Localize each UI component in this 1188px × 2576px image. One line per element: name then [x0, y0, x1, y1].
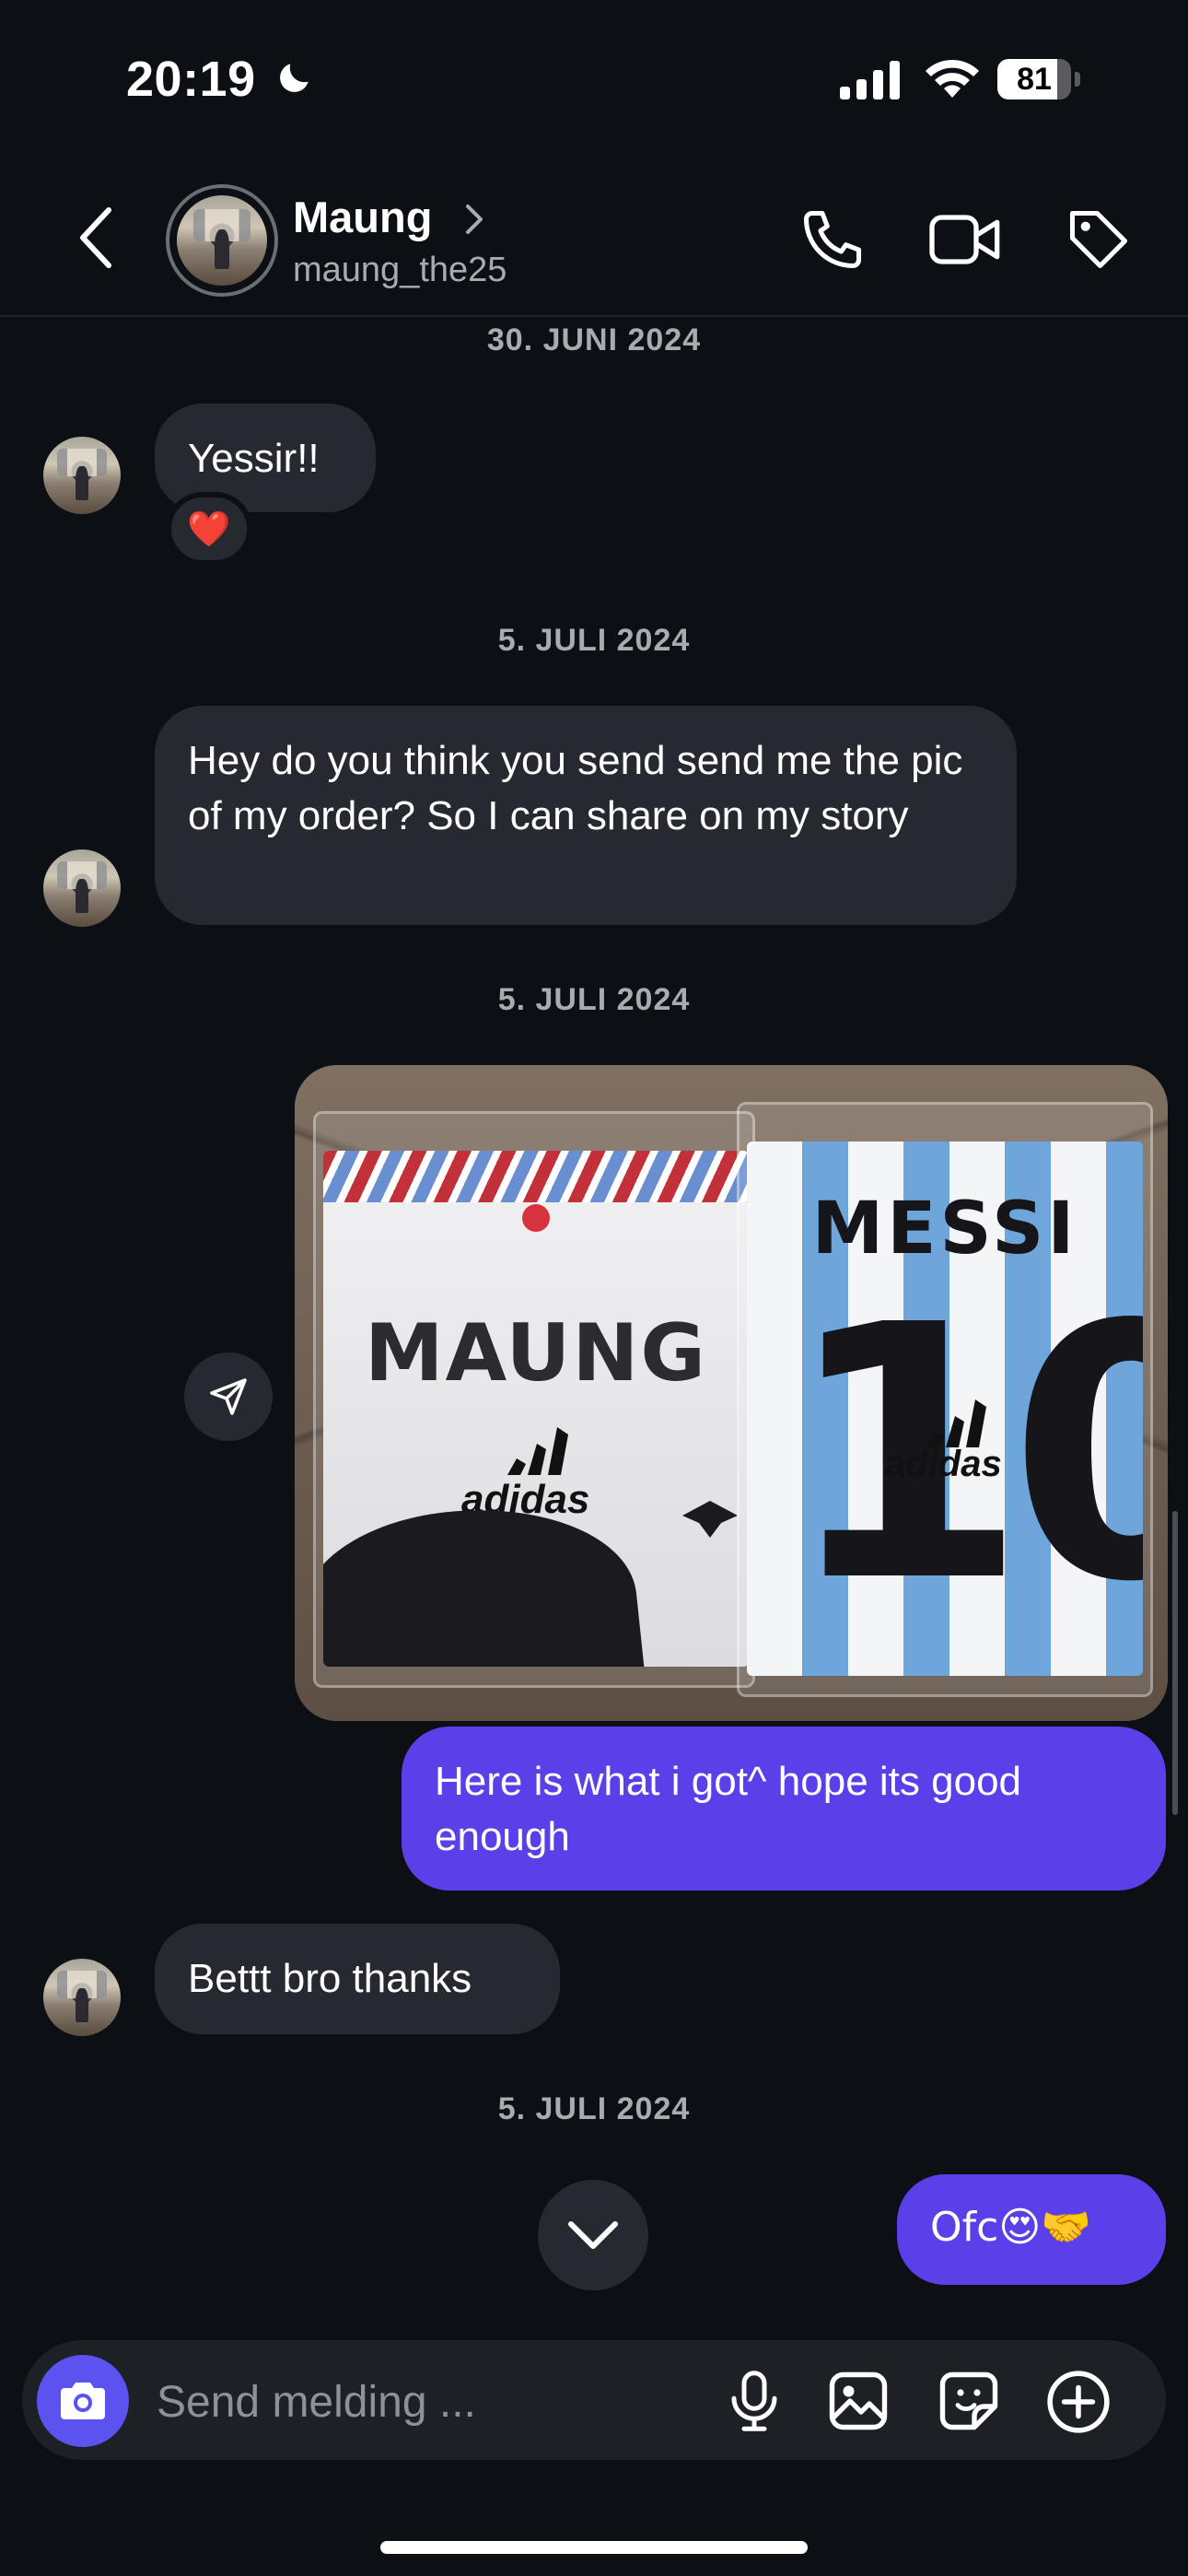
message-reaction[interactable]: ❤️: [166, 492, 252, 566]
wifi-icon: [926, 59, 979, 98]
date-separator: 5. JULI 2024: [497, 2091, 691, 2126]
adidas-logo-icon: [507, 1427, 568, 1475]
moon-icon: [280, 64, 309, 92]
adidas-logo-icon: [926, 1399, 986, 1447]
message-bubble-outgoing[interactable]: Here is what i got^ hope its good enough: [402, 1727, 1166, 1891]
status-time: 20:19: [126, 52, 256, 107]
jersey-brand-text: adidas: [885, 1444, 1002, 1484]
plus-circle-icon[interactable]: [1044, 2368, 1112, 2436]
date-separator: 5. JULI 2024: [497, 982, 691, 1017]
chevron-right-icon[interactable]: [462, 201, 486, 238]
video-icon[interactable]: [928, 210, 1002, 269]
photo-message[interactable]: MAUNG adidas MESSI 10 adidas: [295, 1065, 1168, 1721]
signal-icon: [840, 61, 900, 100]
camera-icon: [61, 2383, 105, 2419]
header-avatar[interactable]: [166, 184, 278, 297]
date-separator: 5. JULI 2024: [497, 623, 691, 658]
message-input[interactable]: [155, 2370, 711, 2434]
message-text: Here is what i got^ hope its good enough: [435, 1759, 1022, 1859]
header-divider: [0, 315, 1188, 317]
home-indicator[interactable]: [380, 2541, 808, 2554]
phone-icon[interactable]: [798, 205, 868, 275]
mic-icon[interactable]: [724, 2368, 785, 2434]
gallery-icon[interactable]: [825, 2368, 891, 2434]
chevron-down-icon: [568, 2221, 618, 2249]
message-text: Yessir!!: [188, 436, 320, 481]
avatar[interactable]: [43, 437, 121, 514]
contact-username[interactable]: maung_the25: [293, 251, 507, 290]
message-bubble-incoming[interactable]: Hey do you think you send send me the pi…: [155, 706, 1017, 925]
message-text: Bettt bro thanks: [188, 1956, 472, 2001]
share-button[interactable]: [184, 1352, 273, 1441]
jersey-name-text: MAUNG: [365, 1307, 707, 1399]
date-separator: 30. JUNI 2024: [486, 322, 702, 357]
battery-icon: 81: [997, 59, 1080, 100]
contact-name[interactable]: Maung: [293, 192, 432, 242]
camera-button[interactable]: [37, 2355, 129, 2447]
avatar[interactable]: [43, 1959, 121, 2036]
message-text: Ofc😍🤝: [930, 2204, 1091, 2251]
battery-level: 81: [1017, 62, 1052, 97]
message-text: Hey do you think you send send me the pi…: [188, 738, 963, 838]
message-bubble-outgoing[interactable]: Ofc😍🤝: [897, 2174, 1166, 2285]
white-jersey: MAUNG adidas: [323, 1151, 749, 1667]
message-bubble-incoming[interactable]: Bettt bro thanks: [155, 1924, 560, 2034]
blue-jersey: MESSI 10 adidas: [747, 1142, 1143, 1676]
tag-icon[interactable]: [1064, 205, 1134, 275]
sticker-icon[interactable]: [936, 2368, 1002, 2434]
heart-reaction: ❤️: [187, 508, 231, 549]
avatar[interactable]: [43, 849, 121, 927]
scrollbar[interactable]: [1172, 1511, 1178, 1815]
scroll-to-bottom-button[interactable]: [538, 2180, 648, 2290]
back-icon[interactable]: [76, 205, 116, 271]
share-icon: [210, 1378, 247, 1415]
